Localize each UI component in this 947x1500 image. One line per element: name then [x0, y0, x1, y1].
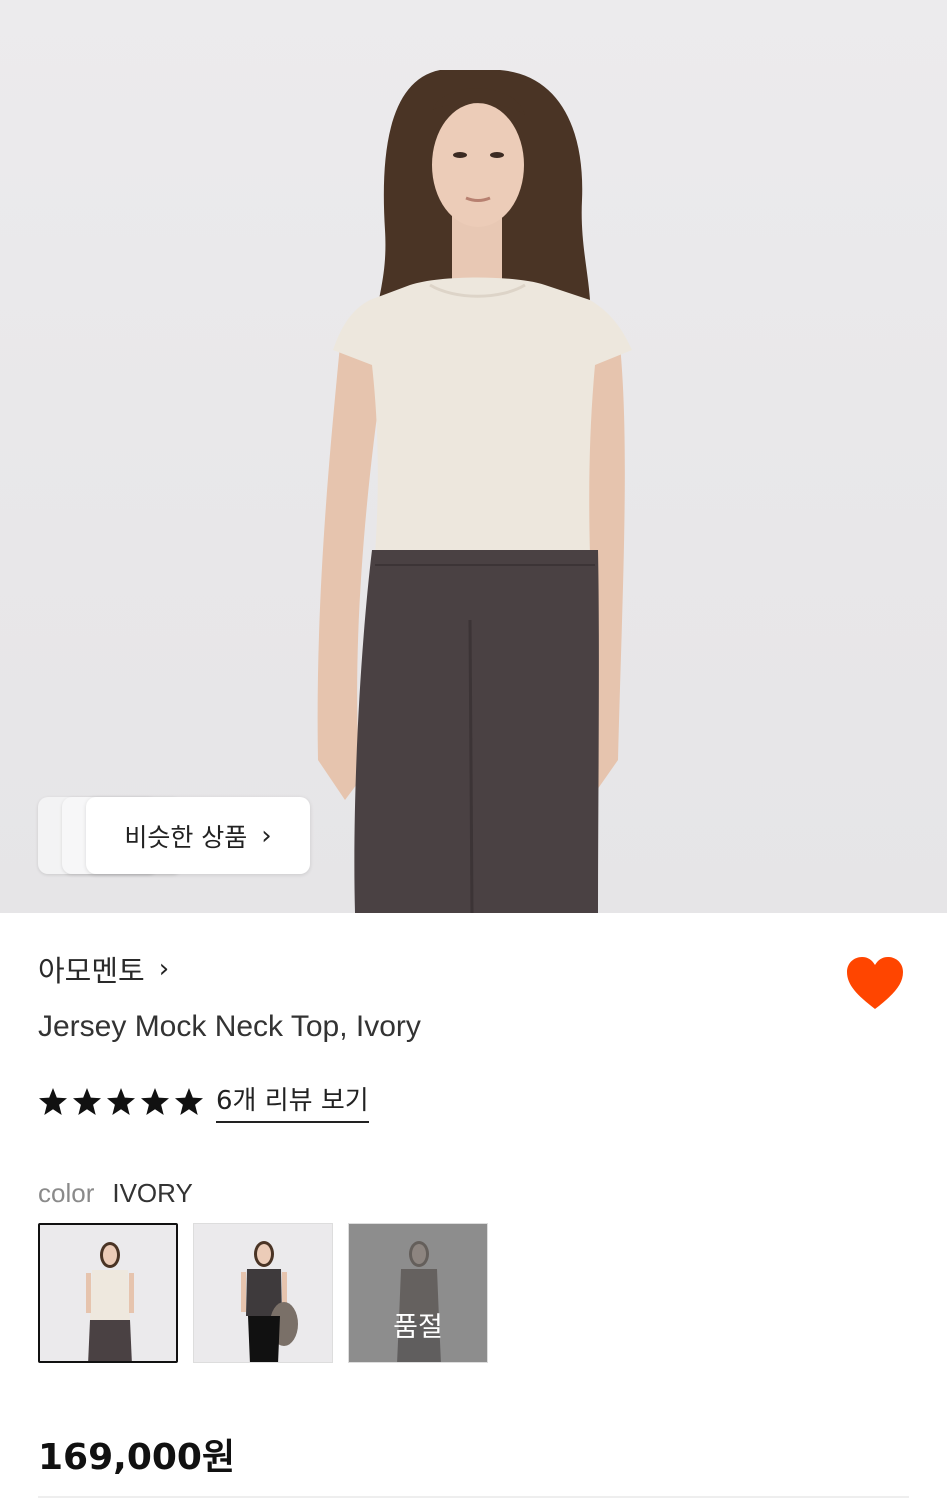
similar-products-button[interactable]: 비슷한 상품 › — [86, 797, 310, 874]
product-price: 169,000원 — [38, 1437, 236, 1478]
swatch-thumbnail — [40, 1225, 176, 1361]
wishlist-button[interactable] — [845, 955, 905, 1011]
brand-link[interactable]: 아모멘토 › — [38, 948, 169, 990]
color-swatch-soldout[interactable]: 품절 — [348, 1223, 488, 1363]
star-rating — [38, 1087, 204, 1117]
product-hero-image[interactable] — [0, 0, 947, 913]
star-icon — [175, 1087, 203, 1115]
chevron-right-icon: › — [158, 954, 170, 984]
color-swatch-charcoal[interactable] — [193, 1223, 333, 1363]
sold-out-label: 품절 — [393, 1312, 443, 1343]
brand-name: 아모멘토 — [38, 954, 145, 988]
star-icon — [73, 1087, 101, 1115]
star-icon — [39, 1087, 67, 1115]
heart-icon — [847, 957, 903, 1009]
rating-row: 6개 리뷰 보기 — [38, 1080, 369, 1123]
product-title: Jersey Mock Neck Top, Ivory — [38, 1010, 421, 1043]
review-link[interactable]: 6개 리뷰 보기 — [216, 1080, 369, 1123]
star-icon — [141, 1087, 169, 1115]
swatch-thumbnail — [194, 1224, 332, 1362]
color-value: IVORY — [112, 1178, 193, 1208]
color-selector-label: color IVORY — [38, 1178, 193, 1209]
similar-products-label: 비슷한 상품 — [124, 822, 248, 852]
chevron-right-icon: › — [261, 820, 272, 851]
model-illustration — [317, 70, 632, 913]
divider — [38, 1496, 909, 1498]
color-label: color — [38, 1178, 95, 1208]
star-icon — [107, 1087, 135, 1115]
similar-products-stack: 비슷한 상품 › — [38, 797, 310, 874]
color-swatches: 품절 — [38, 1223, 488, 1363]
color-swatch-ivory[interactable] — [38, 1223, 178, 1363]
